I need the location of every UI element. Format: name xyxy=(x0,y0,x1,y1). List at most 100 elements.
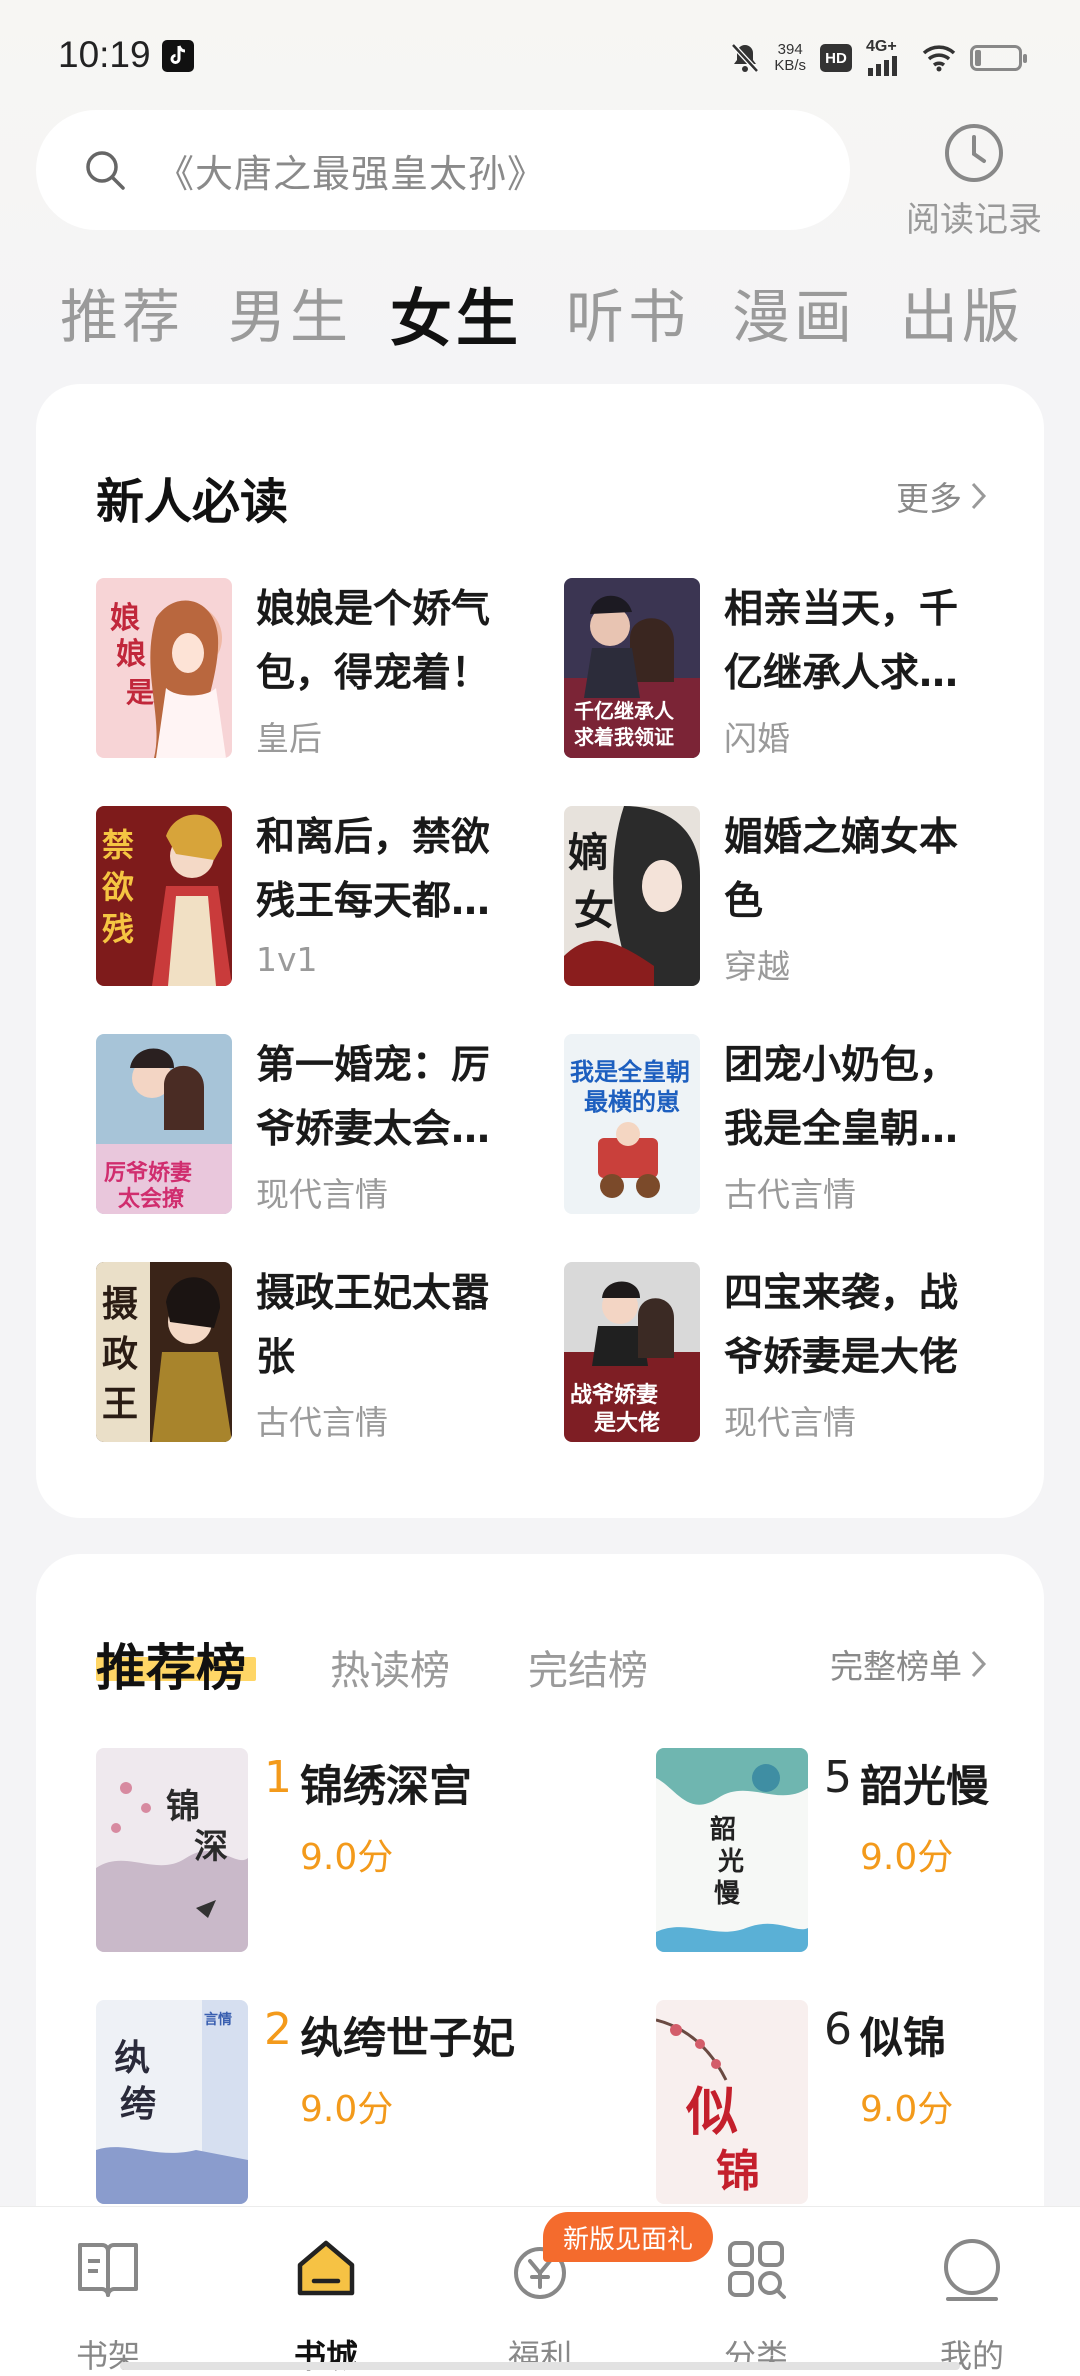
speed-unit: KB/s xyxy=(774,57,806,74)
nav-profile[interactable]: 我的 xyxy=(892,2207,1052,2376)
chevron-right-icon xyxy=(971,482,987,510)
status-bar: 10:19 394 KB/s HD 4G+ xyxy=(0,0,1080,110)
book-title: 韶光慢 xyxy=(860,1762,989,1812)
tab-comics[interactable]: 漫画 xyxy=(732,270,856,354)
book-item[interactable]: 千亿继承人 求着我领证 相亲当天，千亿继承人求… 闪婚 xyxy=(504,578,974,762)
book-title: 纨绔世子妃 xyxy=(300,2014,515,2064)
svg-text:我是全皇朝: 我是全皇朝 xyxy=(570,1057,690,1086)
search-placeholder: 《大唐之最强皇太孙》 xyxy=(156,151,547,196)
svg-text:嫡: 嫡 xyxy=(568,829,608,876)
svg-text:似: 似 xyxy=(685,2082,738,2143)
book-title: 锦绣深宫 xyxy=(300,1762,472,1812)
book-score: 9.0分 xyxy=(860,1837,954,1878)
home-indicator xyxy=(120,2362,960,2370)
book-cover: 千亿继承人 求着我领证 xyxy=(564,578,700,758)
nav-bookshelf[interactable]: 书架 xyxy=(28,2207,188,2376)
svg-text:最横的崽: 最横的崽 xyxy=(584,1087,680,1116)
tab-recommend-ranking[interactable]: 推荐榜 xyxy=(96,1628,246,1700)
status-time: 10:19 xyxy=(58,34,151,75)
book-title: 摄政王妃太嚣张 xyxy=(256,1271,491,1380)
network-speed: 394 KB/s xyxy=(774,42,806,74)
profile-icon xyxy=(944,2239,1000,2301)
book-item[interactable]: 我是全皇朝 最横的崽 团宠小奶包，我是全皇朝… 古代言情 xyxy=(504,1034,974,1218)
svg-text:绔: 绔 xyxy=(120,2083,156,2125)
book-item[interactable]: 娘娘是 娘娘是个娇气包，得宠着！ 皇后 xyxy=(36,578,506,762)
ranking-item[interactable]: 韶光慢 5 韶光慢 9.0分 xyxy=(656,1748,1080,1952)
hd-icon: HD xyxy=(820,44,852,72)
svg-text:锦: 锦 xyxy=(716,2146,760,2197)
mute-icon xyxy=(731,43,760,73)
more-link[interactable]: 更多 xyxy=(896,472,988,520)
book-tag: 闪婚 xyxy=(724,719,790,758)
book-title: 娘娘是个娇气包，得宠着！ xyxy=(256,587,491,696)
svg-text:深: 深 xyxy=(194,1827,228,1867)
bookstore-icon xyxy=(297,2240,355,2296)
book-tag: 现代言情 xyxy=(724,1403,856,1442)
tab-audiobook[interactable]: 听书 xyxy=(566,270,690,354)
svg-text:是: 是 xyxy=(126,676,154,709)
book-cover: 我是全皇朝 最横的崽 xyxy=(564,1034,700,1214)
book-title: 似锦 xyxy=(860,2014,946,2064)
book-tag: 现代言情 xyxy=(256,1175,388,1214)
book-title: 四宝来袭，战爷娇妻是大佬 xyxy=(724,1271,959,1380)
book-tag: 穿越 xyxy=(724,947,790,986)
full-ranking-link[interactable]: 完整榜单 xyxy=(830,1640,988,1688)
search-bar[interactable]: 《大唐之最强皇太孙》 xyxy=(36,110,850,230)
book-cover: 禁欲残 xyxy=(96,806,232,986)
svg-text:是大佬: 是大佬 xyxy=(594,1410,660,1436)
wifi-icon xyxy=(922,45,956,72)
book-item[interactable]: 嫡女 媚婚之嫡女本色 穿越 xyxy=(504,806,974,990)
book-tag: 古代言情 xyxy=(256,1403,388,1442)
reading-history-button[interactable]: 阅读记录 xyxy=(894,122,1054,240)
more-label: 更多 xyxy=(896,479,962,518)
category-tabs: 推荐 男生 女生 听书 漫画 出版 xyxy=(0,270,1080,355)
rank-number: 5 xyxy=(824,1752,852,1803)
tab-completed-ranking[interactable]: 完结榜 xyxy=(528,1638,648,1696)
cellular-signal-icon: 4G+ xyxy=(866,38,908,78)
tab-publishing[interactable]: 出版 xyxy=(900,270,1024,354)
tab-female[interactable]: 女生 xyxy=(390,268,522,358)
svg-text:娘: 娘 xyxy=(110,601,140,636)
svg-text:求着我领证: 求着我领证 xyxy=(574,725,674,749)
svg-text:慢: 慢 xyxy=(714,1879,741,1909)
ranking-item[interactable]: 似锦 6 似锦 9.0分 xyxy=(656,2000,1080,2204)
rank-number: 6 xyxy=(824,2004,852,2055)
tab-recommend[interactable]: 推荐 xyxy=(60,270,184,354)
tiktok-notification-icon xyxy=(162,40,194,72)
new-version-gift-badge[interactable]: 新版见面礼 xyxy=(543,2212,714,2262)
book-title: 第一婚宠：厉爷娇妻太会… xyxy=(256,1043,491,1152)
book-cover: 韶光慢 xyxy=(656,1748,808,1952)
book-cover: 战爷娇妻 是大佬 xyxy=(564,1262,700,1442)
svg-text:太会撩: 太会撩 xyxy=(118,1186,185,1212)
svg-text:禁: 禁 xyxy=(102,826,134,864)
tab-hot-ranking[interactable]: 热读榜 xyxy=(330,1638,450,1696)
book-title: 和离后，禁欲残王每天都… xyxy=(256,815,491,924)
svg-text:战爷娇妻: 战爷娇妻 xyxy=(570,1382,658,1408)
book-item[interactable]: 厉爷娇妻 太会撩 第一婚宠：厉爷娇妻太会… 现代言情 xyxy=(36,1034,506,1218)
svg-text:娘: 娘 xyxy=(116,637,146,672)
rank-number: 1 xyxy=(264,1752,292,1803)
book-item[interactable]: 摄政王 摄政王妃太嚣张 古代言情 xyxy=(36,1262,506,1446)
rank-number: 2 xyxy=(264,2004,292,2055)
ranking-item[interactable]: 锦深 1 锦绣深宫 9.0分 xyxy=(96,1748,556,1952)
svg-text:摄: 摄 xyxy=(102,1283,138,1325)
book-cover: 厉爷娇妻 太会撩 xyxy=(96,1034,232,1214)
book-title: 团宠小奶包，我是全皇朝… xyxy=(724,1043,959,1152)
book-item[interactable]: 战爷娇妻 是大佬 四宝来袭，战爷娇妻是大佬 现代言情 xyxy=(504,1262,974,1446)
nav-bookstore[interactable]: 书城 xyxy=(246,2207,406,2376)
svg-text:女: 女 xyxy=(574,887,614,934)
reading-history-label: 阅读记录 xyxy=(906,200,1042,240)
tab-male[interactable]: 男生 xyxy=(228,270,352,354)
book-score: 9.0分 xyxy=(300,1837,394,1878)
svg-text:欲: 欲 xyxy=(101,868,134,906)
book-title: 相亲当天，千亿继承人求… xyxy=(724,587,959,696)
status-icons: 394 KB/s HD 4G+ xyxy=(730,36,1027,80)
ranking-item[interactable]: 纨绔 言情 2 纨绔世子妃 9.0分 xyxy=(96,2000,556,2204)
svg-text:光: 光 xyxy=(717,1847,744,1877)
battery-icon xyxy=(970,45,1027,71)
svg-text:言情: 言情 xyxy=(204,2011,232,2028)
book-cover: 摄政王 xyxy=(96,1262,232,1442)
chevron-right-icon xyxy=(971,1650,987,1678)
book-item[interactable]: 禁欲残 和离后，禁欲残王每天都… 1v1 xyxy=(36,806,506,990)
book-tag: 古代言情 xyxy=(724,1175,856,1214)
